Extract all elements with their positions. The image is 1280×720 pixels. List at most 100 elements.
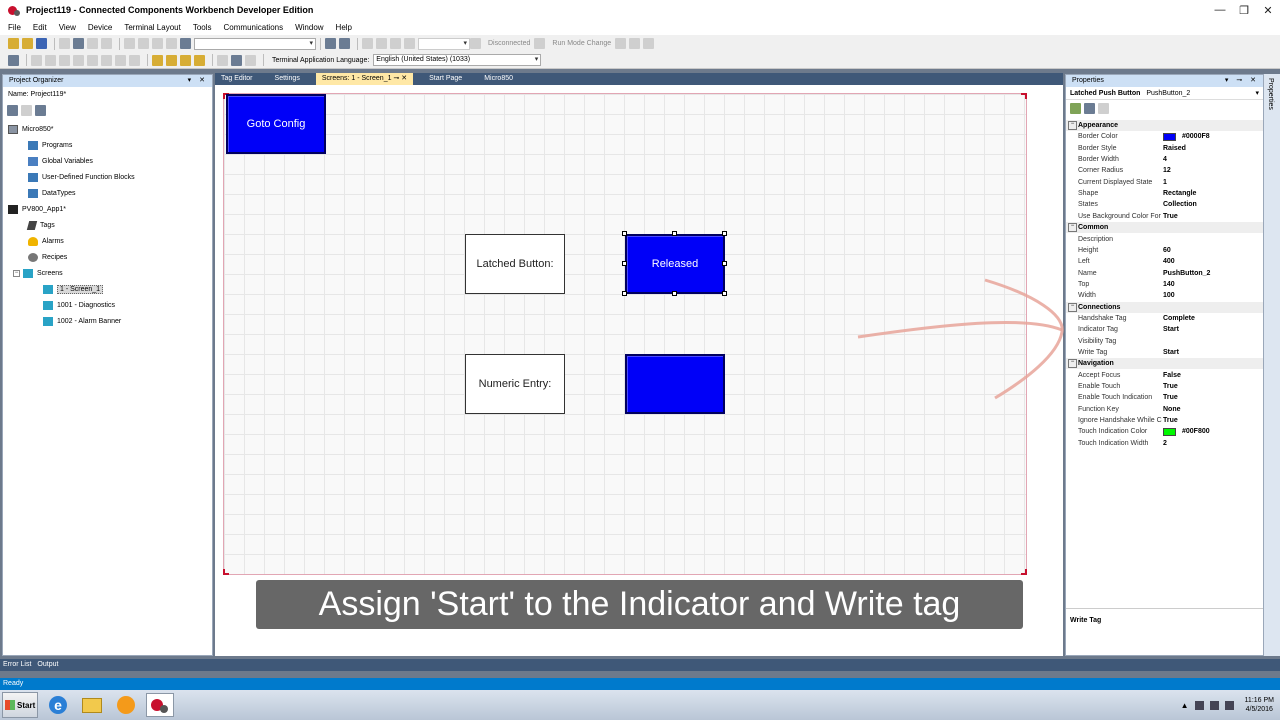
network-icon[interactable] [1194, 700, 1204, 710]
property-row-handshake-tag[interactable]: Handshake Tag Complete [1066, 313, 1263, 324]
start-button[interactable]: Start [2, 692, 38, 718]
property-value[interactable]: #00F800 [1163, 426, 1210, 437]
connect-icon[interactable] [470, 38, 481, 49]
property-value[interactable]: Rectangle [1163, 188, 1196, 199]
align-left-icon[interactable] [31, 54, 42, 66]
tree-item-user-defined-function-blocks[interactable]: User-Defined Function Blocks [28, 171, 135, 184]
test-mode-icon[interactable] [643, 38, 655, 49]
tab-error-list[interactable]: Error List [0, 659, 34, 671]
minimize-icon[interactable]: — [1208, 0, 1232, 20]
restore-icon[interactable]: ❐ [1232, 0, 1256, 20]
property-value[interactable]: 60 [1163, 245, 1171, 256]
property-value[interactable]: 400 [1163, 256, 1175, 267]
find-icon[interactable] [180, 38, 191, 49]
add-device-icon[interactable] [7, 105, 18, 116]
property-value[interactable]: 100 [1163, 290, 1175, 301]
align-right-icon[interactable] [59, 54, 70, 66]
property-category-navigation[interactable]: Navigation [1066, 358, 1263, 369]
property-row-accept-focus[interactable]: Accept Focus False [1066, 370, 1263, 381]
show-hidden-icons-icon[interactable]: ▲ [1181, 701, 1189, 710]
collapse-icon[interactable]: − [13, 270, 20, 277]
same-height-icon[interactable] [129, 54, 140, 66]
property-row-border-color[interactable]: Border Color #0000F8 [1066, 131, 1263, 142]
tree-item-tags[interactable]: Tags [26, 219, 55, 232]
open-folder-icon[interactable] [22, 38, 33, 49]
remote-mode-icon[interactable] [629, 38, 641, 49]
menu-edit[interactable]: Edit [28, 23, 52, 32]
run-icon[interactable] [534, 38, 546, 49]
copy-icon[interactable] [73, 38, 84, 49]
menu-file[interactable]: File [3, 23, 26, 32]
menu-tools[interactable]: Tools [188, 23, 217, 32]
property-row-name[interactable]: Name PushButton_2 [1066, 268, 1263, 279]
menu-help[interactable]: Help [331, 23, 357, 32]
action-center-icon[interactable] [1224, 700, 1234, 710]
taskbar-file-explorer[interactable] [78, 693, 106, 717]
upload-icon[interactable] [390, 38, 401, 49]
object-selector[interactable]: Latched Push Button PushButton_2 ▾ [1066, 88, 1263, 100]
tree-item-global-variables[interactable]: Global Variables [28, 155, 93, 168]
grid-toggle-icon[interactable] [8, 54, 19, 66]
property-row-enable-touch-indication[interactable]: Enable Touch Indication True [1066, 392, 1263, 403]
property-row-visibility-tag[interactable]: Visibility Tag [1066, 336, 1263, 347]
property-row-current-displayed-state[interactable]: Current Displayed State 1 [1066, 177, 1263, 188]
property-value[interactable]: True [1163, 415, 1178, 426]
alphabetical-icon[interactable] [1084, 103, 1095, 114]
tree-view-icon[interactable] [35, 105, 46, 116]
save-icon[interactable] [36, 38, 47, 49]
property-value[interactable]: 1 [1163, 177, 1167, 188]
property-value[interactable]: 12 [1163, 165, 1171, 176]
resize-handle[interactable] [672, 231, 677, 236]
property-value[interactable]: #0000F8 [1163, 131, 1210, 142]
tree-item-datatypes[interactable]: DataTypes [28, 187, 75, 200]
tree-item-diagnostics[interactable]: 1001 - Diagnostics [43, 299, 115, 312]
property-row-touch-indication-width[interactable]: Touch Indication Width 2 [1066, 438, 1263, 449]
navigate-back-icon[interactable] [152, 38, 163, 49]
align-top-icon[interactable] [73, 54, 84, 66]
taskbar-ccw[interactable] [146, 693, 174, 717]
property-value[interactable]: None [1163, 404, 1181, 415]
property-value[interactable]: 140 [1163, 279, 1175, 290]
close-tab-icon[interactable]: ✕ [401, 75, 407, 82]
property-row-ignore-handshake-while-c[interactable]: Ignore Handshake While C True [1066, 415, 1263, 426]
properties-side-tab[interactable]: Properties [1267, 78, 1274, 110]
property-value[interactable]: False [1163, 370, 1181, 381]
same-width-icon[interactable] [115, 54, 126, 66]
tree-item-pv800-app1[interactable]: PV800_App1* [8, 203, 66, 216]
property-category-appearance[interactable]: Appearance [1066, 120, 1263, 131]
menu-device[interactable]: Device [83, 23, 117, 32]
redo-icon[interactable] [138, 38, 149, 49]
find-combo[interactable] [194, 37, 316, 50]
ungroup-icon[interactable] [166, 54, 177, 66]
zoom-fit-icon[interactable] [245, 54, 256, 66]
tree-item-programs[interactable]: Programs [28, 139, 72, 152]
latched-push-button[interactable]: Released [625, 234, 725, 294]
tab-screen-1[interactable]: Screens: 1 - Screen_1 ⊸ ✕ [315, 73, 414, 85]
property-value[interactable]: True [1163, 381, 1178, 392]
printer-icon[interactable] [339, 38, 350, 49]
resize-handle[interactable] [722, 231, 727, 236]
cut-icon[interactable] [59, 38, 70, 49]
zoom-out-icon[interactable] [231, 54, 242, 66]
tree-item-screens[interactable]: − Screens [13, 267, 63, 280]
property-pages-icon[interactable] [1098, 103, 1109, 114]
align-middle-icon[interactable] [87, 54, 98, 66]
tab-settings[interactable]: Settings [269, 73, 306, 85]
navigate-forward-icon[interactable] [166, 38, 177, 49]
tree-item-recipes[interactable]: Recipes [28, 251, 67, 264]
build-icon[interactable] [362, 38, 373, 49]
property-row-left[interactable]: Left 400 [1066, 256, 1263, 267]
property-value[interactable]: True [1163, 392, 1178, 403]
new-project-icon[interactable] [8, 38, 19, 49]
property-row-top[interactable]: Top 140 [1066, 279, 1263, 290]
delete-icon[interactable] [101, 38, 112, 49]
align-bottom-icon[interactable] [101, 54, 112, 66]
property-row-corner-radius[interactable]: Corner Radius 12 [1066, 165, 1263, 176]
property-row-function-key[interactable]: Function Key None [1066, 404, 1263, 415]
volume-icon[interactable] [1209, 700, 1219, 710]
property-category-common[interactable]: Common [1066, 222, 1263, 233]
close-icon[interactable]: ✕ [1256, 0, 1280, 20]
property-row-description[interactable]: Description [1066, 234, 1263, 245]
group-icon[interactable] [152, 54, 163, 66]
tree-item-alarms[interactable]: Alarms [28, 235, 64, 248]
